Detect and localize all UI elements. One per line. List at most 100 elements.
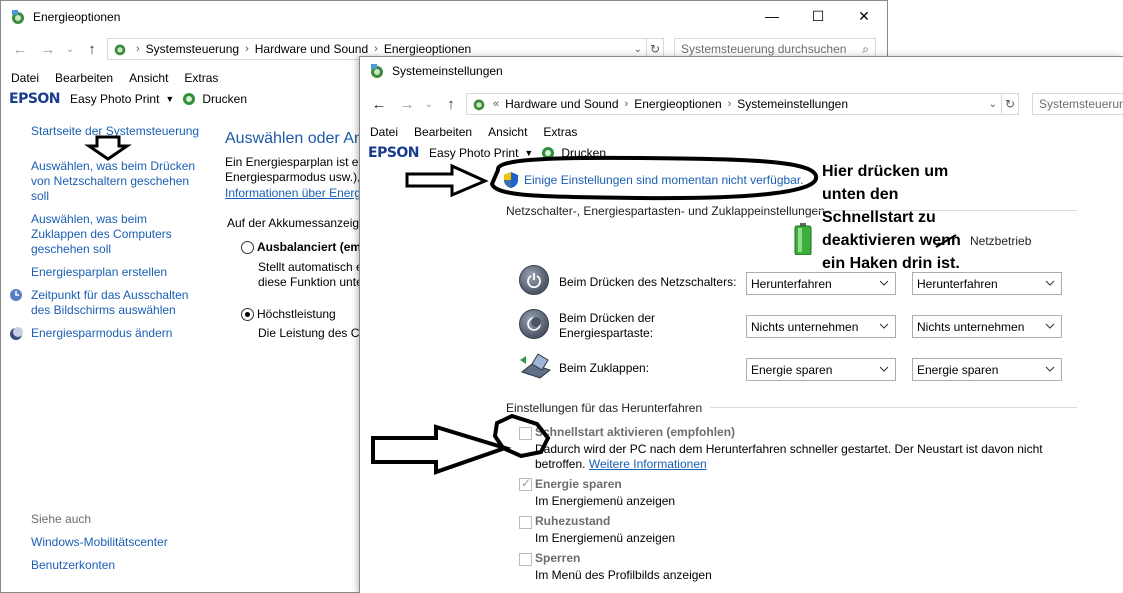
systemeinstellungen-window: Systemeinstellungen ← → ⌄ ↑ « Hardware u…	[359, 56, 1123, 593]
chevron-down-icon	[1045, 366, 1055, 372]
checkbox-energie-sparen[interactable]	[519, 476, 532, 491]
radio-ausbalanciert[interactable]	[241, 241, 254, 254]
row-label-netzschalter: Beim Drücken des Netzschalters:	[559, 275, 737, 289]
back-arrow-icon[interactable]: ←	[368, 96, 390, 113]
printer-icon	[541, 146, 555, 160]
close-button[interactable]: ✕	[841, 1, 887, 31]
annotation-line: unten den	[822, 186, 899, 203]
checkbox-ruhezustand[interactable]	[519, 516, 532, 529]
back-arrow-icon[interactable]: ←	[9, 41, 31, 58]
plan-desc-ausbalanciert-1: Stellt automatisch e	[258, 260, 363, 274]
ruhezustand-title: Ruhezustand	[535, 514, 611, 528]
chevron-right-icon: ›	[374, 43, 378, 55]
energiespartaste-netz-select[interactable]: Nichts unternehmen	[912, 315, 1062, 338]
menu-bearbeiten[interactable]: Bearbeiten	[55, 71, 113, 85]
chevron-down-icon[interactable]: ⌄	[634, 44, 642, 55]
sleep-button-icon	[519, 309, 549, 339]
checkbox-schnellstart[interactable]	[519, 427, 532, 440]
plan-desc-hoechstleistung: Die Leistung des Co	[258, 326, 367, 340]
radio-hoechstleistung[interactable]	[241, 308, 254, 321]
forward-arrow-icon[interactable]: →	[37, 41, 59, 58]
ruhezustand-desc: Im Energiemenü anzeigen	[535, 531, 676, 545]
intro-link[interactable]: Informationen über Energ	[225, 186, 361, 201]
uac-shield-icon	[503, 171, 519, 189]
column-header-netzbetrieb: Netzbetrieb	[970, 234, 1032, 248]
schnellstart-desc-2: betroffen. Weitere Informationen	[535, 457, 707, 472]
breadcrumb-energieoptionen[interactable]: Energieoptionen	[384, 42, 471, 56]
sidebar-item-bildschirm[interactable]: Zeitpunkt für das Ausschalten des Bildsc…	[31, 288, 201, 318]
forward-arrow-icon[interactable]: →	[396, 96, 418, 113]
up-arrow-icon[interactable]: ↑	[440, 96, 462, 113]
energiespartaste-akku-select[interactable]: Nichts unternehmen	[746, 315, 896, 338]
sidebar-item-plan-erstellen[interactable]: Energiesparplan erstellen	[31, 265, 211, 280]
weitere-informationen-link[interactable]: Weitere Informationen	[589, 457, 707, 471]
link-benutzerkonten[interactable]: Benutzerkonten	[31, 558, 115, 573]
easy-photo-print-button[interactable]: Easy Photo Print	[429, 146, 518, 160]
chevron-down-icon	[879, 366, 889, 372]
sidebar-item-netzschalter[interactable]: Auswählen, was beim Drücken von Netzscha…	[31, 159, 203, 204]
annotation-line: Schnellstart zu	[822, 209, 936, 226]
laptop-lid-icon	[518, 352, 552, 382]
menu-bearbeiten[interactable]: Bearbeiten	[414, 125, 472, 139]
menu-extras[interactable]: Extras	[543, 125, 577, 139]
select-value: Energie sparen	[917, 362, 999, 377]
breadcrumb-hardware[interactable]: Hardware und Sound	[255, 42, 368, 56]
menu-datei[interactable]: Datei	[370, 125, 398, 139]
breadcrumb-hardware[interactable]: Hardware und Sound	[505, 97, 618, 111]
chevron-down-icon	[879, 323, 889, 329]
drucken-button[interactable]: Drucken	[202, 92, 247, 106]
search-input[interactable]: Systemsteuerun	[1032, 93, 1123, 115]
menu-datei[interactable]: Datei	[11, 71, 39, 85]
battery-label: Auf der Akkumessanzeig	[227, 216, 360, 230]
control-panel-icon	[471, 96, 487, 112]
drucken-button[interactable]: Drucken	[561, 146, 606, 160]
netzschalter-netz-select[interactable]: Herunterfahren	[912, 272, 1062, 295]
menu-ansicht[interactable]: Ansicht	[488, 125, 527, 139]
menu-ansicht[interactable]: Ansicht	[129, 71, 168, 85]
control-panel-icon	[9, 8, 27, 26]
schnellstart-title: Schnellstart aktivieren (empfohlen)	[535, 425, 736, 439]
search-icon[interactable]: ⌕	[862, 42, 869, 57]
zuklappen-netz-select[interactable]: Energie sparen	[912, 358, 1062, 381]
search-placeholder: Systemsteuerung durchsuchen	[681, 42, 847, 56]
netzschalter-akku-select[interactable]: Herunterfahren	[746, 272, 896, 295]
address-bar[interactable]: « Hardware und Sound › Energieoptionen ›…	[466, 93, 1002, 115]
breadcrumb-systemsteuerung[interactable]: Systemsteuerung	[146, 42, 239, 56]
easy-photo-print-button[interactable]: Easy Photo Print	[70, 92, 159, 106]
caret-down-icon[interactable]: ▼	[524, 148, 533, 158]
link-mobilitaetscenter[interactable]: Windows-Mobilitätscenter	[31, 535, 168, 550]
breadcrumb-systemeinstellungen[interactable]: Systemeinstellungen	[737, 97, 848, 111]
annotation-line: deaktivieren wenn	[822, 232, 961, 249]
minimize-button[interactable]: —	[749, 1, 795, 31]
chevron-down-icon[interactable]: ⌄	[989, 99, 997, 110]
select-value: Nichts unternehmen	[751, 319, 859, 334]
maximize-button[interactable]: ☐	[795, 1, 841, 31]
recent-locations-icon[interactable]: ⌄	[59, 44, 81, 55]
sperren-title: Sperren	[535, 551, 581, 565]
breadcrumb-energieoptionen[interactable]: Energieoptionen	[634, 97, 721, 111]
checkbox-sperren[interactable]	[519, 553, 532, 566]
zuklappen-akku-select[interactable]: Energie sparen	[746, 358, 896, 381]
plan-desc-ausbalanciert-2: diese Funktion unte	[258, 275, 363, 289]
chevron-right-icon: ›	[245, 43, 249, 55]
caret-down-icon[interactable]: ▼	[165, 94, 174, 104]
plan-name-hoechstleistung: Höchstleistung	[257, 307, 336, 321]
up-arrow-icon[interactable]: ↑	[81, 41, 103, 58]
sidebar-item-zuklappen[interactable]: Auswählen, was beim Zuklappen des Comput…	[31, 212, 181, 257]
sidebar-item-startseite[interactable]: Startseite der Systemsteuerung	[31, 124, 211, 139]
see-also-label: Siehe auch	[31, 512, 92, 526]
annotation-line: ein Haken drin ist.	[822, 255, 960, 272]
unavailable-settings-link[interactable]: Einige Einstellungen sind momentan nicht…	[524, 173, 804, 187]
menu-extras[interactable]: Extras	[184, 71, 218, 85]
overflow-icon[interactable]: «	[493, 98, 499, 110]
epson-logo: EPSON	[368, 145, 420, 161]
chevron-down-icon	[1045, 323, 1055, 329]
intro-line-2: Energiesparmodus usw.),	[225, 170, 361, 184]
energie-sparen-title: Energie sparen	[535, 477, 622, 491]
sidebar-item-energiesparmodus[interactable]: Energiesparmodus ändern	[31, 326, 211, 341]
recent-locations-icon[interactable]: ⌄	[418, 99, 440, 110]
section-power-buttons: Netzschalter-, Energiespartasten- und Zu…	[506, 204, 825, 218]
chevron-right-icon: ›	[624, 98, 629, 110]
front-titlebar: Systemeinstellungen	[360, 57, 1123, 85]
refresh-icon[interactable]: ↻	[1001, 93, 1019, 115]
